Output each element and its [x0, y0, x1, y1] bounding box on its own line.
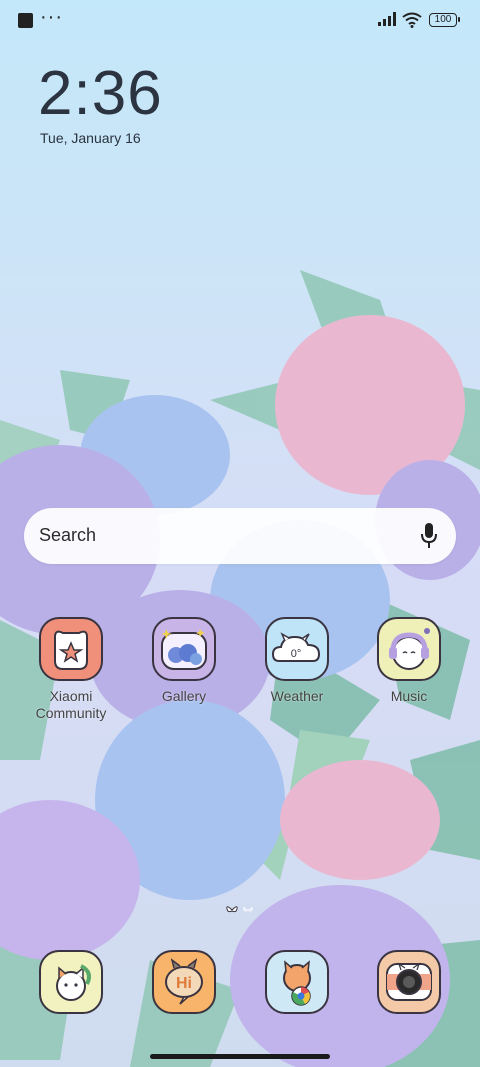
- hi-text: Hi: [176, 975, 192, 992]
- weather-icon: 0°: [265, 617, 329, 681]
- home-gesture-bar[interactable]: [150, 1054, 330, 1059]
- battery-icon: 100: [429, 13, 460, 27]
- messages-hi-icon: Hi: [152, 950, 216, 1014]
- search-bar[interactable]: Search: [24, 508, 456, 564]
- dock-app-messages[interactable]: Hi: [136, 950, 232, 1014]
- music-icon: [377, 617, 441, 681]
- more-dots-icon: ···: [40, 6, 63, 28]
- weather-temp: 0°: [291, 648, 302, 660]
- signal-icon: [378, 12, 396, 26]
- dock-app-camera[interactable]: [361, 950, 457, 1014]
- dock-app-phone[interactable]: [23, 950, 119, 1014]
- app-label: Weather: [270, 688, 324, 704]
- status-bar: ··· 100: [0, 0, 480, 40]
- xiaomi-community-icon: [39, 617, 103, 681]
- app-label: Gallery: [161, 688, 207, 704]
- app-weather[interactable]: 0° Weather: [249, 617, 345, 705]
- wifi-icon: [402, 12, 422, 28]
- app-label: Xiaomi Community: [35, 688, 107, 721]
- microphone-icon[interactable]: [420, 522, 438, 550]
- page-dot: [242, 906, 254, 912]
- page-indicator: [226, 906, 254, 913]
- phone-cat-icon: [39, 950, 103, 1014]
- dock-app-chrome[interactable]: [249, 950, 345, 1014]
- page-dot-active: [226, 906, 238, 913]
- clock-date: Tue, January 16: [40, 130, 141, 146]
- gallery-icon: [152, 617, 216, 681]
- chrome-cat-icon: [265, 950, 329, 1014]
- app-label: Music: [390, 688, 428, 704]
- search-placeholder: Search: [39, 525, 97, 545]
- app-music[interactable]: Music: [361, 617, 457, 705]
- camera-icon: [377, 950, 441, 1014]
- notification-square-icon: [18, 13, 33, 28]
- clock-time: 2:36: [38, 59, 163, 128]
- app-xiaomi-community[interactable]: Xiaomi Community: [23, 617, 119, 722]
- app-gallery[interactable]: Gallery: [136, 617, 232, 705]
